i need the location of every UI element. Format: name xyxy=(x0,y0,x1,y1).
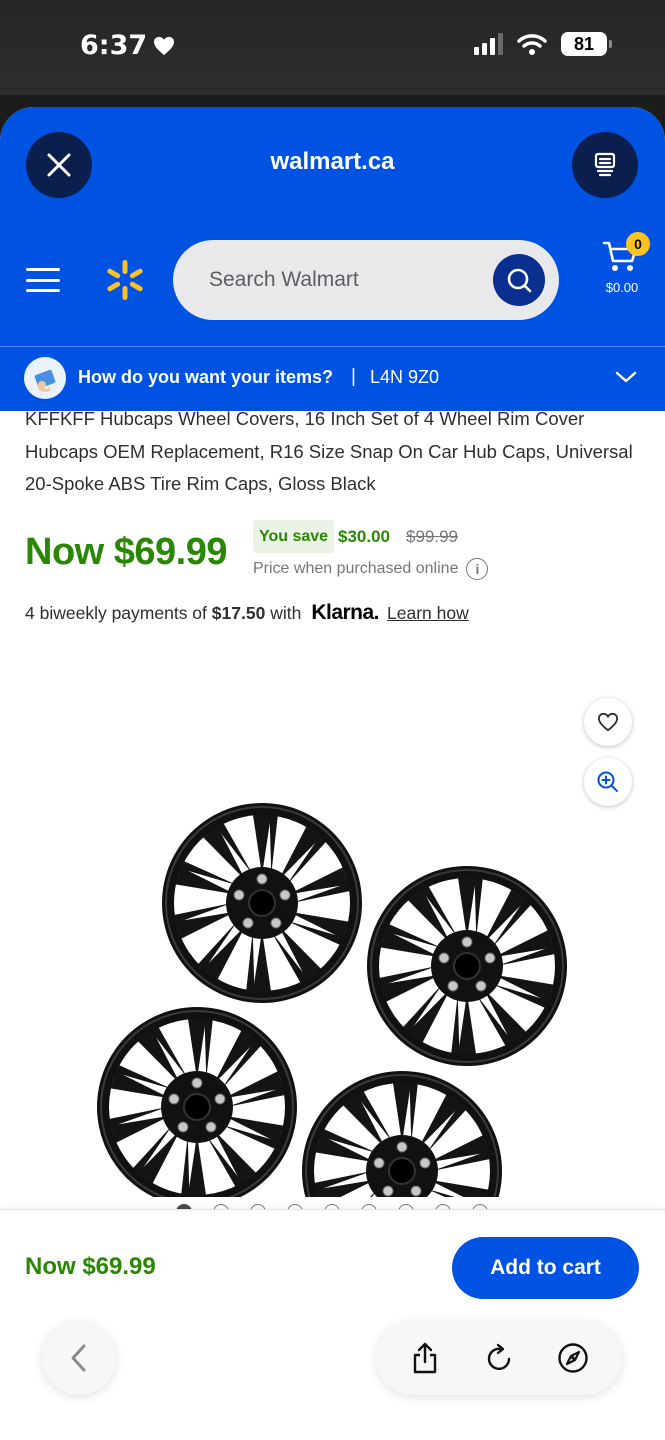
battery-icon: 81 xyxy=(561,32,612,56)
share-icon xyxy=(413,1342,437,1374)
reload-icon xyxy=(487,1343,511,1370)
delivery-question: How do you want your items? xyxy=(78,367,334,387)
zoom-in-icon xyxy=(597,771,618,792)
browser-sheet: walmart.ca Search Walmart 0 $0.00 How do… xyxy=(0,107,665,1440)
search-input[interactable] xyxy=(209,240,479,320)
compass-button[interactable] xyxy=(548,1333,598,1383)
status-bar: 6:37 81 xyxy=(0,0,665,95)
chevron-down-icon xyxy=(615,371,637,383)
klarna-with: with xyxy=(270,603,302,623)
compass-icon xyxy=(558,1343,588,1373)
favorite-button[interactable] xyxy=(584,698,632,746)
status-icons: 81 xyxy=(474,32,612,56)
delivery-separator: | xyxy=(351,366,356,387)
reload-button[interactable] xyxy=(474,1333,524,1383)
product-title: KFFKFF Hubcaps Wheel Covers, 16 Inch Set… xyxy=(25,408,633,494)
delivery-selector[interactable]: How do you want your items? | L4N 9Z0 xyxy=(0,346,665,411)
domain-label: walmart.ca xyxy=(270,148,395,175)
klarna-financing: 4 biweekly payments of $17.50 with Klarn… xyxy=(25,601,469,625)
zoom-button[interactable] xyxy=(584,758,632,806)
cart-total: $0.00 xyxy=(605,280,639,295)
cart-count-badge: 0 xyxy=(626,232,650,256)
search-bar xyxy=(173,240,559,320)
wifi-icon xyxy=(517,34,547,55)
back-button[interactable] xyxy=(42,1321,116,1395)
was-price: $99.99 xyxy=(406,527,458,546)
online-price-note: Price when purchased online i xyxy=(253,558,489,580)
klarna-amount: $17.50 xyxy=(211,603,266,623)
walmart-spark-icon[interactable] xyxy=(104,259,146,301)
share-button[interactable] xyxy=(400,1333,450,1383)
postal-code: L4N 9Z0 xyxy=(370,367,440,387)
signal-icon xyxy=(474,33,503,55)
search-icon xyxy=(507,268,532,293)
status-time: 6:37 xyxy=(80,30,175,61)
you-save-badge: You save xyxy=(253,520,335,553)
klarna-logo: Klarna. xyxy=(311,601,380,624)
current-price: Now $69.99 xyxy=(25,531,228,573)
save-amount: $30.00 xyxy=(338,527,390,546)
search-button[interactable] xyxy=(493,254,545,306)
sticky-price: Now $69.99 xyxy=(25,1253,156,1280)
tabs-icon xyxy=(594,152,616,177)
sticky-add-to-cart-bar: Now $69.99 Add to cart xyxy=(0,1209,665,1440)
menu-button[interactable] xyxy=(26,268,60,292)
delivery-icon xyxy=(24,357,66,399)
site-header: walmart.ca Search Walmart 0 $0.00 How do… xyxy=(0,107,665,411)
clock: 6:37 xyxy=(80,30,148,61)
info-icon[interactable]: i xyxy=(466,558,489,580)
online-note-text: Price when purchased online xyxy=(253,560,459,577)
learn-how-link[interactable]: Learn how xyxy=(387,603,469,624)
chevron-left-icon xyxy=(71,1344,86,1372)
cart-button[interactable]: 0 $0.00 xyxy=(598,232,650,310)
add-to-cart-button[interactable]: Add to cart xyxy=(452,1237,639,1299)
heart-outline-icon xyxy=(597,712,619,732)
klarna-prefix: 4 biweekly payments of xyxy=(25,603,207,623)
browser-toolbar xyxy=(376,1321,622,1395)
tabs-button[interactable] xyxy=(572,132,638,198)
heart-icon xyxy=(154,36,175,55)
product-image[interactable] xyxy=(0,677,665,1197)
